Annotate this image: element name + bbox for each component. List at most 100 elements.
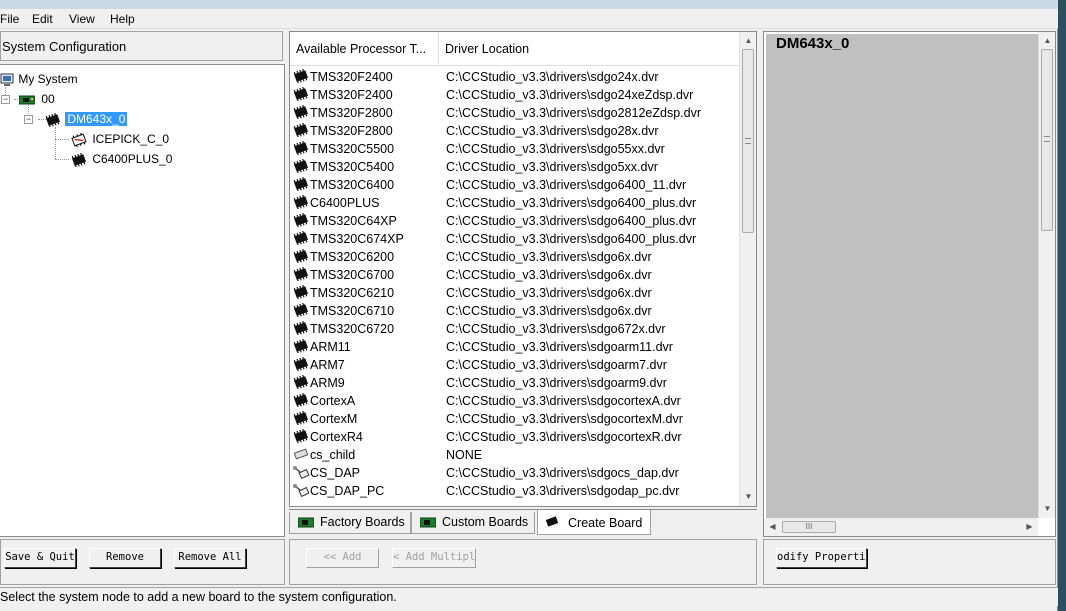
- tree-node-icepick[interactable]: ICEPICK_C_0: [70, 130, 169, 148]
- left-button-bar: Save & Quit Remove Remove All: [0, 539, 285, 585]
- table-row[interactable]: CS_DAP_PC C:\CCStudio_v3.3\drivers\sdgoda…: [290, 482, 740, 500]
- processor-cell: TMS320C6700: [292, 266, 394, 284]
- driver-location-cell: C:\CCStudio_v3.3\drivers\sdgocortexR.dvr: [446, 430, 682, 444]
- table-row[interactable]: TMS320C6400 C:\CCStudio_v3.3\drivers\sdgo…: [290, 176, 740, 194]
- table-row[interactable]: TMS320C64XP C:\CCStudio_v3.3\drivers\sdgo…: [290, 212, 740, 230]
- processor-name: TMS320F2800: [310, 124, 393, 138]
- tree-label-processor-selected: DM643x_0: [65, 112, 128, 126]
- menu-file[interactable]: File: [0, 12, 19, 26]
- table-row[interactable]: ARM11 C:\CCStudio_v3.3\drivers\sdgoarm11.…: [290, 338, 740, 356]
- chip-icon: [292, 320, 309, 336]
- processor-cell: ARM9: [292, 374, 345, 392]
- processor-cell: CortexM: [292, 410, 357, 428]
- props-horizontal-scrollbar[interactable]: ◀ III ▶: [764, 518, 1038, 536]
- tab-create-board[interactable]: Create Board: [537, 510, 651, 535]
- processor-name: TMS320C6700: [310, 268, 395, 282]
- chip-icon: [292, 194, 309, 210]
- remove-button[interactable]: Remove: [89, 548, 161, 568]
- table-row[interactable]: CortexM C:\CCStudio_v3.3\drivers\sdgocort…: [290, 410, 740, 428]
- table-row[interactable]: CS_DAP C:\CCStudio_v3.3\drivers\sdgocs_da…: [290, 464, 740, 482]
- processor-cell: CS_DAP: [292, 464, 360, 482]
- column-header-processor[interactable]: Available Processor T...: [290, 32, 439, 66]
- table-row[interactable]: TMS320C5500 C:\CCStudio_v3.3\drivers\sdgo…: [290, 140, 740, 158]
- scroll-thumb[interactable]: [1041, 49, 1053, 231]
- expand-board-toggle[interactable]: −: [1, 95, 10, 104]
- tree-node-c6400plus[interactable]: C6400PLUS_0: [70, 150, 172, 168]
- driver-location-cell: C:\CCStudio_v3.3\drivers\sdgo6x.dvr: [446, 304, 652, 318]
- column-header-driver[interactable]: Driver Location: [439, 32, 741, 66]
- system-configuration-header: System Configuration: [0, 31, 283, 61]
- table-row[interactable]: TMS320C6200 C:\CCStudio_v3.3\drivers\sdgo…: [290, 248, 740, 266]
- table-row[interactable]: TMS320C6700 C:\CCStudio_v3.3\drivers\sdgo…: [290, 266, 740, 284]
- scroll-left-arrow-icon[interactable]: ◀: [764, 518, 781, 535]
- menu-help[interactable]: Help: [110, 12, 135, 26]
- chip-icon: [71, 152, 87, 167]
- table-row[interactable]: TMS320F2400 C:\CCStudio_v3.3\drivers\sdgo…: [290, 86, 740, 104]
- status-text: Select the system node to add a new boar…: [0, 590, 397, 604]
- processor-name: C6400PLUS: [310, 196, 380, 210]
- list-vertical-scrollbar[interactable]: ▲ ▼: [739, 32, 756, 506]
- tree-label-icepick: ICEPICK_C_0: [92, 132, 170, 146]
- tree-node-my-system[interactable]: My System: [0, 70, 78, 88]
- board-icon: [420, 517, 436, 528]
- chip-icon: [292, 428, 309, 444]
- table-row[interactable]: ARM9 C:\CCStudio_v3.3\drivers\sdgoarm9.dv…: [290, 374, 740, 392]
- menu-edit[interactable]: Edit: [32, 12, 53, 26]
- processor-name: CS_DAP: [310, 466, 361, 480]
- driver-location-cell: C:\CCStudio_v3.3\drivers\sdgo672x.dvr: [446, 322, 666, 336]
- scroll-up-arrow-icon[interactable]: ▲: [1039, 32, 1056, 49]
- processor-name: ARM11: [310, 340, 351, 354]
- table-row[interactable]: CortexR4 C:\CCStudio_v3.3\drivers\sdgocor…: [290, 428, 740, 446]
- driver-location-cell: C:\CCStudio_v3.3\drivers\sdgo6400_11.dvr: [446, 178, 687, 192]
- add-multiple-button[interactable]: < Add Multipl: [392, 548, 476, 568]
- table-row[interactable]: TMS320C6720 C:\CCStudio_v3.3\drivers\sdgo…: [290, 320, 740, 338]
- chip-icon: [292, 230, 309, 246]
- menu-view[interactable]: View: [69, 12, 95, 26]
- scroll-thumb[interactable]: III: [782, 521, 836, 533]
- processor-cell: ARM11: [292, 338, 351, 356]
- table-row[interactable]: TMS320C5400 C:\CCStudio_v3.3\drivers\sdgo…: [290, 158, 740, 176]
- processor-name: TMS320F2800: [310, 106, 393, 120]
- table-row[interactable]: TMS320C6210 C:\CCStudio_v3.3\drivers\sdgo…: [290, 284, 740, 302]
- processor-cell: TMS320F2400: [292, 68, 393, 86]
- board-icon: [19, 95, 35, 105]
- table-row[interactable]: TMS320F2800 C:\CCStudio_v3.3\drivers\sdgo…: [290, 122, 740, 140]
- modify-properties-button[interactable]: odify Propertie: [776, 548, 867, 568]
- tab-custom-boards[interactable]: Custom Boards: [411, 512, 535, 534]
- table-row[interactable]: TMS320F2800 C:\CCStudio_v3.3\drivers\sdgo…: [290, 104, 740, 122]
- scroll-thumb[interactable]: [742, 49, 754, 233]
- probe-icon: [292, 483, 310, 498]
- scroll-up-arrow-icon[interactable]: ▲: [740, 32, 757, 49]
- table-row[interactable]: TMS320F2400 C:\CCStudio_v3.3\drivers\sdgo…: [290, 68, 740, 86]
- scroll-right-arrow-icon[interactable]: ▶: [1021, 518, 1038, 535]
- properties-canvas: DM643x_0: [766, 34, 1038, 518]
- chip-icon: [292, 356, 309, 372]
- table-row[interactable]: TMS320C6710 C:\CCStudio_v3.3\drivers\sdgo…: [290, 302, 740, 320]
- system-tree[interactable]: My System − 00 − DM643x_0 ICEPICK_C_0 C6…: [0, 64, 285, 537]
- processor-name: ARM7: [310, 358, 345, 372]
- title-bar: [0, 0, 1058, 9]
- tree-node-processor[interactable]: DM643x_0: [44, 110, 128, 128]
- tree-node-board[interactable]: 00: [19, 90, 55, 108]
- add-button[interactable]: << Add: [306, 548, 379, 568]
- table-row[interactable]: TMS320C674XP C:\CCStudio_v3.3\drivers\sdg…: [290, 230, 740, 248]
- scroll-down-arrow-icon[interactable]: ▼: [1039, 500, 1056, 517]
- chip-icon: [292, 122, 309, 138]
- processor-name: CortexR4: [310, 430, 363, 444]
- processor-cell: CS_DAP_PC: [292, 482, 384, 500]
- remove-all-button[interactable]: Remove All: [174, 548, 246, 568]
- table-row[interactable]: cs_child NONE: [290, 446, 740, 464]
- save-quit-button[interactable]: Save & Quit: [4, 548, 76, 568]
- table-row[interactable]: C6400PLUS C:\CCStudio_v3.3\drivers\sdgo64…: [290, 194, 740, 212]
- chip-icon: [292, 284, 309, 300]
- processor-list[interactable]: Available Processor T... Driver Location…: [289, 31, 757, 507]
- expand-processor-toggle[interactable]: −: [24, 115, 33, 124]
- processor-name: CortexA: [310, 394, 356, 408]
- tab-factory-boards[interactable]: Factory Boards: [289, 512, 411, 534]
- probe-icon: [292, 465, 310, 480]
- props-vertical-scrollbar[interactable]: ▲ ▼: [1038, 32, 1055, 518]
- table-row[interactable]: CortexA C:\CCStudio_v3.3\drivers\sdgocort…: [290, 392, 740, 410]
- scroll-down-arrow-icon[interactable]: ▼: [740, 488, 757, 505]
- table-row[interactable]: ARM7 C:\CCStudio_v3.3\drivers\sdgoarm7.dv…: [290, 356, 740, 374]
- processor-name: TMS320C6210: [310, 286, 395, 300]
